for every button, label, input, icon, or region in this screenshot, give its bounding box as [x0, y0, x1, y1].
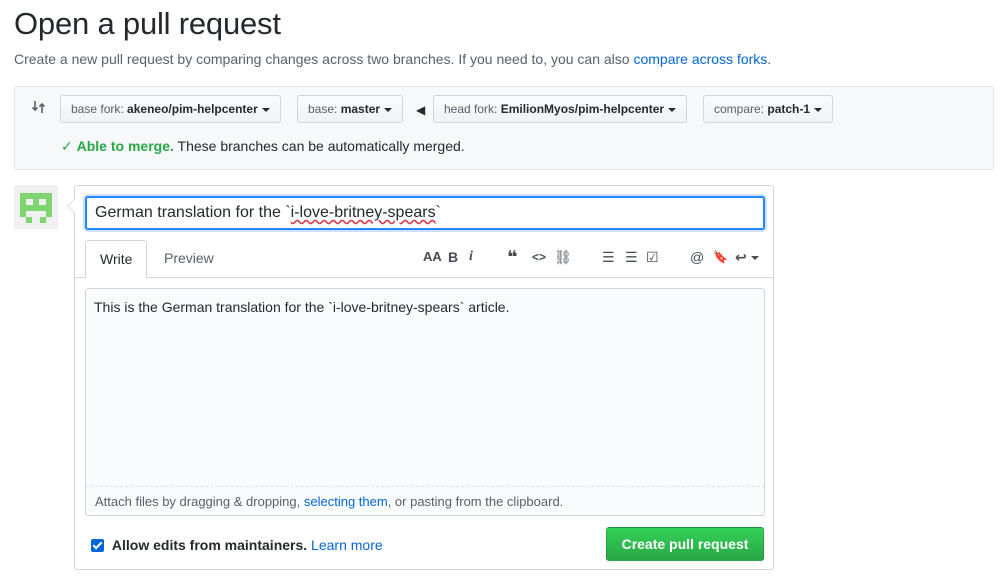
compare-icon	[31, 101, 46, 113]
attach-prefix: Attach files by dragging & dropping,	[95, 494, 301, 509]
body-text: This is the German translation for the `…	[94, 299, 510, 315]
chevron-down-icon	[668, 107, 677, 112]
chevron-down-icon	[261, 107, 270, 112]
attach-suffix: , or pasting from the clipboard.	[387, 494, 564, 509]
compare-branch-label: compare:	[714, 102, 765, 116]
base-fork-select[interactable]: base fork: akeneo/pim-helpcenter	[60, 95, 281, 123]
base-branch-select[interactable]: base: master	[297, 95, 404, 123]
task-list-icon[interactable]: ☑	[646, 249, 659, 265]
quote-icon[interactable]: ❝	[507, 248, 518, 266]
allow-edits-row: Allow edits from maintainers. Learn more	[91, 537, 383, 553]
title-misspelled-word: i-love-britney-spears	[290, 204, 436, 221]
text-size-icon[interactable]: AA	[423, 249, 442, 265]
pull-request-form: German translation for the `i-love-britn…	[67, 185, 774, 570]
reply-icon[interactable]: ↩	[735, 249, 759, 265]
base-fork-value: akeneo/pim-helpcenter	[127, 102, 258, 116]
title-input[interactable]: German translation for the `i-love-britn…	[85, 196, 765, 230]
merge-description: These branches can be automatically merg…	[177, 138, 465, 154]
merge-ok-text: Able to merge.	[76, 138, 174, 154]
avatar	[14, 185, 58, 229]
tab-write[interactable]: Write	[85, 240, 148, 278]
body-textarea[interactable]: This is the German translation for the `…	[85, 288, 765, 514]
arrow-left-icon: ◀	[416, 103, 426, 117]
bold-icon[interactable]: B	[448, 249, 458, 265]
link-icon[interactable]: ⛓	[554, 249, 572, 265]
reply-glyph: ↩	[735, 249, 747, 265]
base-branch-label: base:	[308, 102, 338, 116]
head-fork-label: head fork:	[444, 102, 498, 116]
check-icon: ✓	[61, 138, 73, 154]
title-suffix: `	[435, 204, 441, 221]
allow-edits-label[interactable]: Allow edits from maintainers.	[112, 537, 307, 553]
compare-range-box: base fork: akeneo/pim-helpcenter base: m…	[14, 86, 994, 170]
ordered-list-icon[interactable]: ☰	[625, 249, 638, 265]
code-icon[interactable]: <>	[532, 249, 546, 265]
subtitle-end: .	[767, 51, 772, 67]
subtitle-text: Create a new pull request by comparing c…	[14, 51, 630, 67]
head-fork-value: EmilionMyos/pim-helpcenter	[500, 102, 665, 116]
chevron-down-icon	[750, 256, 759, 261]
learn-more-link[interactable]: Learn more	[311, 537, 383, 553]
selecting-them-link[interactable]: selecting them	[304, 494, 388, 509]
attach-files-bar[interactable]: Attach files by dragging & dropping, sel…	[85, 486, 765, 516]
merge-status: ✓ Able to merge. These branches can be a…	[61, 138, 465, 155]
mention-icon[interactable]: @	[690, 249, 704, 265]
create-pull-request-button[interactable]: Create pull request	[606, 527, 764, 561]
compare-branch-select[interactable]: compare: patch-1	[703, 95, 834, 123]
bookmark-icon[interactable]: 🔖	[713, 249, 728, 265]
page-title: Open a pull request	[14, 6, 281, 41]
head-fork-select[interactable]: head fork: EmilionMyos/pim-helpcenter	[433, 95, 688, 123]
italic-icon[interactable]: i	[469, 249, 473, 265]
chevron-down-icon	[814, 107, 823, 112]
compare-branch-value: patch-1	[767, 102, 811, 116]
compare-across-forks-link[interactable]: compare across forks	[633, 51, 767, 67]
allow-edits-checkbox[interactable]	[91, 539, 104, 552]
title-prefix: German translation for the `	[95, 204, 291, 221]
base-branch-value: master	[340, 102, 381, 116]
page-subtitle: Create a new pull request by comparing c…	[14, 51, 771, 67]
tab-preview[interactable]: Preview	[150, 240, 228, 278]
chevron-down-icon	[384, 107, 393, 112]
base-fork-label: base fork:	[71, 102, 124, 116]
unordered-list-icon[interactable]: ☰	[602, 249, 615, 265]
